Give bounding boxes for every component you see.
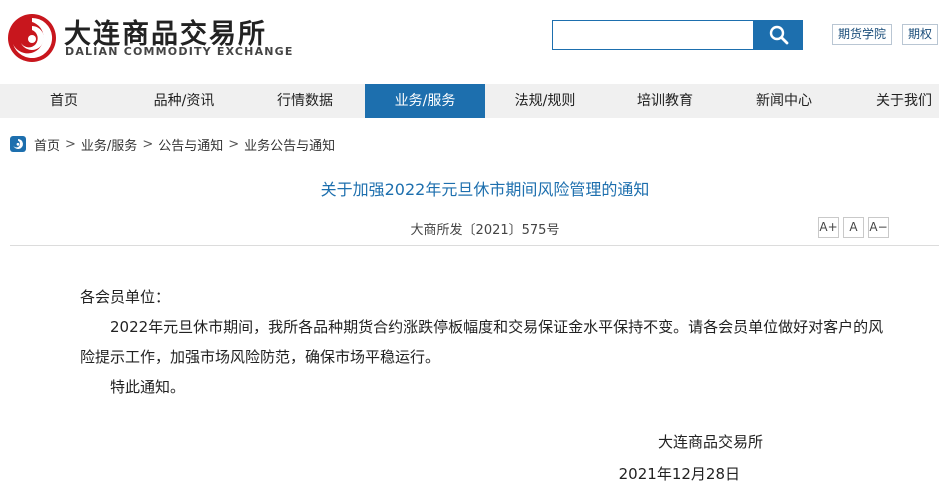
breadcrumb-separator: > (228, 136, 240, 152)
search-input[interactable] (552, 20, 754, 50)
salutation: 各会员单位： (80, 288, 171, 306)
nav-item-products[interactable]: 品种/资讯 (122, 84, 246, 118)
nav-item-regulations[interactable]: 法规/规则 (485, 84, 605, 118)
breadcrumb-services[interactable]: 业务/服务 (81, 135, 137, 154)
options-link[interactable]: 期权 (902, 24, 939, 45)
site-header: 大连商品交易所 DALIAN COMMODITY EXCHANGE 期货学院 期… (0, 0, 939, 84)
signature-date: 2021年12月28日 (618, 465, 740, 483)
breadcrumb-announcements[interactable]: 公告与通知 (158, 135, 223, 154)
nav-item-news[interactable]: 新闻中心 (724, 84, 844, 118)
article-body: 各会员单位： 2022年元旦休市期间，我所各品种期货合约涨跌停板幅度和交易保证金… (80, 282, 895, 402)
body-paragraph: 2022年元旦休市期间，我所各品种期货合约涨跌停板幅度和交易保证金水平保持不变。… (80, 318, 884, 366)
article-title: 关于加强2022年元旦休市期间风险管理的通知 (320, 180, 650, 199)
font-increase-button[interactable]: A+ (818, 217, 839, 238)
nav-item-services[interactable]: 业务/服务 (365, 84, 485, 118)
nav-item-home[interactable]: 首页 (0, 84, 128, 118)
font-decrease-button[interactable]: A− (868, 217, 889, 238)
futures-academy-link[interactable]: 期货学院 (832, 24, 893, 45)
breadcrumb-business-announcements[interactable]: 业务公告与通知 (244, 135, 335, 154)
breadcrumb-separator: > (65, 136, 76, 152)
breadcrumb-home[interactable]: 首页 (34, 135, 60, 154)
breadcrumb: 首页 > 业务/服务 > 公告与通知 > 业务公告与通知 (10, 135, 335, 154)
nav-item-market-data[interactable]: 行情数据 (244, 84, 366, 118)
font-reset-button[interactable]: A (843, 217, 864, 238)
search-icon (769, 25, 788, 45)
home-logo-icon (10, 136, 26, 152)
main-nav: 首页 品种/资讯 行情数据 业务/服务 法规/规则 培训教育 新闻中心 关于我们 (0, 84, 939, 118)
breadcrumb-separator: > (142, 136, 154, 152)
nav-item-about[interactable]: 关于我们 (844, 84, 939, 118)
signature-organization: 大连商品交易所 (657, 433, 763, 451)
search-button[interactable] (754, 20, 803, 50)
closing-paragraph: 特此通知。 (110, 378, 186, 396)
logo-title-en: DALIAN COMMODITY EXCHANGE (65, 45, 294, 58)
dce-logo-icon[interactable] (6, 12, 58, 64)
title-divider (10, 245, 939, 246)
nav-item-education[interactable]: 培训教育 (605, 84, 725, 118)
document-number: 大商所发〔2021〕575号 (410, 223, 560, 238)
